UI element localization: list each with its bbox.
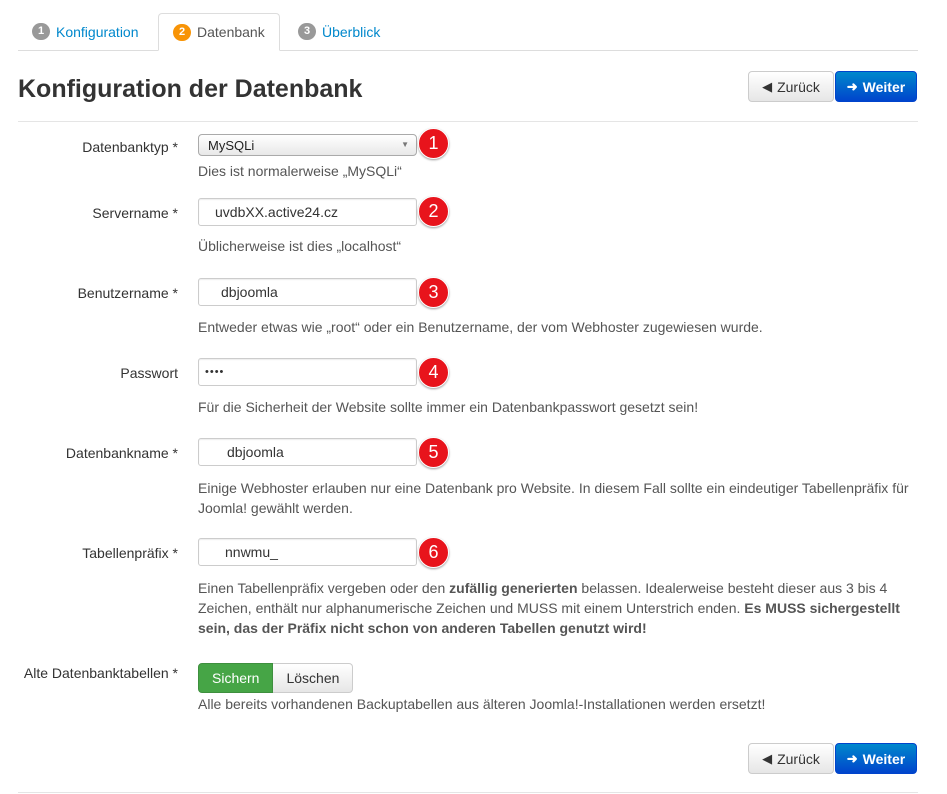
page-title: Konfiguration der Datenbank xyxy=(18,75,363,103)
username-input[interactable]: dbjoomla xyxy=(198,278,417,306)
marker-5: 5 xyxy=(418,437,449,468)
password-input[interactable]: •••• xyxy=(198,358,417,386)
old-tables-help: Alle bereits vorhandenen Backuptabellen … xyxy=(198,696,766,712)
marker-4: 4 xyxy=(418,357,449,388)
username-help: Entweder etwas wie „root“ oder ein Benut… xyxy=(198,319,763,335)
prefix-help-b: zufällig generierten xyxy=(449,580,578,596)
prefix-label: Tabellenpräfix * xyxy=(82,545,178,561)
next-label: Weiter xyxy=(862,78,906,95)
back-button-bottom[interactable]: ◀ Zurück xyxy=(748,743,834,774)
tab-label: Überblick xyxy=(322,23,381,40)
back-label: Zurück xyxy=(777,78,820,95)
tab-label: Datenbank xyxy=(197,24,265,40)
next-button-top[interactable]: ➜ Weiter xyxy=(835,71,917,102)
marker-3: 3 xyxy=(418,277,449,308)
dbname-label: Datenbankname * xyxy=(65,445,178,461)
marker-1: 1 xyxy=(418,128,449,159)
arrow-right-icon: ➜ xyxy=(846,750,858,766)
next-button-bottom[interactable]: ➜ Weiter xyxy=(835,743,917,774)
chevron-down-icon: ▼ xyxy=(401,140,409,149)
password-help: Für die Sicherheit der Website sollte im… xyxy=(198,399,699,415)
prefix-help-f: sein, das der Präfix nicht schon von and… xyxy=(198,620,647,636)
step-badge: 2 xyxy=(173,23,191,41)
header-divider xyxy=(18,121,918,122)
prefix-input[interactable]: nnwmu_ xyxy=(198,538,417,566)
arrow-right-icon: ➜ xyxy=(846,78,858,94)
back-button-top[interactable]: ◀ Zurück xyxy=(748,71,834,102)
backup-button[interactable]: Sichern xyxy=(198,663,274,693)
password-label: Passwort xyxy=(120,365,178,381)
username-label: Benutzername * xyxy=(77,285,178,301)
dbtype-value: MySQLi xyxy=(208,137,255,153)
username-value: dbjoomla xyxy=(221,284,278,300)
dbname-value: dbjoomla xyxy=(227,444,284,460)
dbname-help: Einige Webhoster erlauben nur eine Daten… xyxy=(198,478,909,518)
next-label: Weiter xyxy=(862,750,906,767)
arrow-left-icon: ◀ xyxy=(762,750,773,766)
tab-datenbank[interactable]: 2 Datenbank xyxy=(158,13,280,51)
old-tables-label: Alte Datenbanktabellen * xyxy=(23,665,178,681)
footer-divider xyxy=(18,792,918,793)
tab-ueberblick[interactable]: 3 Überblick xyxy=(284,13,394,50)
tab-konfiguration[interactable]: 1 Konfiguration xyxy=(18,13,153,50)
prefix-help: Einen Tabellenpräfix vergeben oder den z… xyxy=(198,578,918,638)
dbname-input[interactable]: dbjoomla xyxy=(198,438,417,466)
arrow-left-icon: ◀ xyxy=(762,78,773,94)
prefix-help-d: Zeichen, enthält nur alphanumerische Zei… xyxy=(198,600,745,616)
dbtype-label: Datenbanktyp * xyxy=(82,139,178,155)
servername-input[interactable]: uvdbXX.active24.cz xyxy=(198,198,417,226)
servername-label: Servername * xyxy=(92,205,178,221)
step-badge: 1 xyxy=(32,23,50,40)
delete-button[interactable]: Löschen xyxy=(273,663,354,693)
prefix-value: nnwmu_ xyxy=(225,544,278,560)
dbtype-select[interactable]: MySQLi ▼ xyxy=(198,134,417,156)
dbtype-help: Dies ist normalerweise „MySQLi“ xyxy=(198,163,402,179)
password-value: •••• xyxy=(205,366,225,378)
prefix-help-c: belassen. Idealerweise besteht dieser au… xyxy=(577,580,888,596)
back-label: Zurück xyxy=(777,750,820,767)
dbname-help-line2: Joomla! gewählt werden. xyxy=(198,500,353,516)
prefix-help-a: Einen Tabellenpräfix vergeben oder den xyxy=(198,580,450,596)
step-badge: 3 xyxy=(298,23,316,40)
step-tabs: 1 Konfiguration 2 Datenbank 3 Überblick xyxy=(18,13,918,51)
dbname-help-line1: Einige Webhoster erlauben nur eine Daten… xyxy=(198,480,909,496)
marker-6: 6 xyxy=(418,537,449,568)
servername-value: uvdbXX.active24.cz xyxy=(215,204,338,220)
marker-2: 2 xyxy=(418,196,449,227)
tab-label: Konfiguration xyxy=(56,23,139,40)
servername-help: Üblicherweise ist dies „localhost“ xyxy=(198,238,402,254)
old-tables-toggle: Sichern Löschen xyxy=(198,663,354,693)
prefix-help-e: Es MUSS sichergestellt xyxy=(744,600,900,616)
